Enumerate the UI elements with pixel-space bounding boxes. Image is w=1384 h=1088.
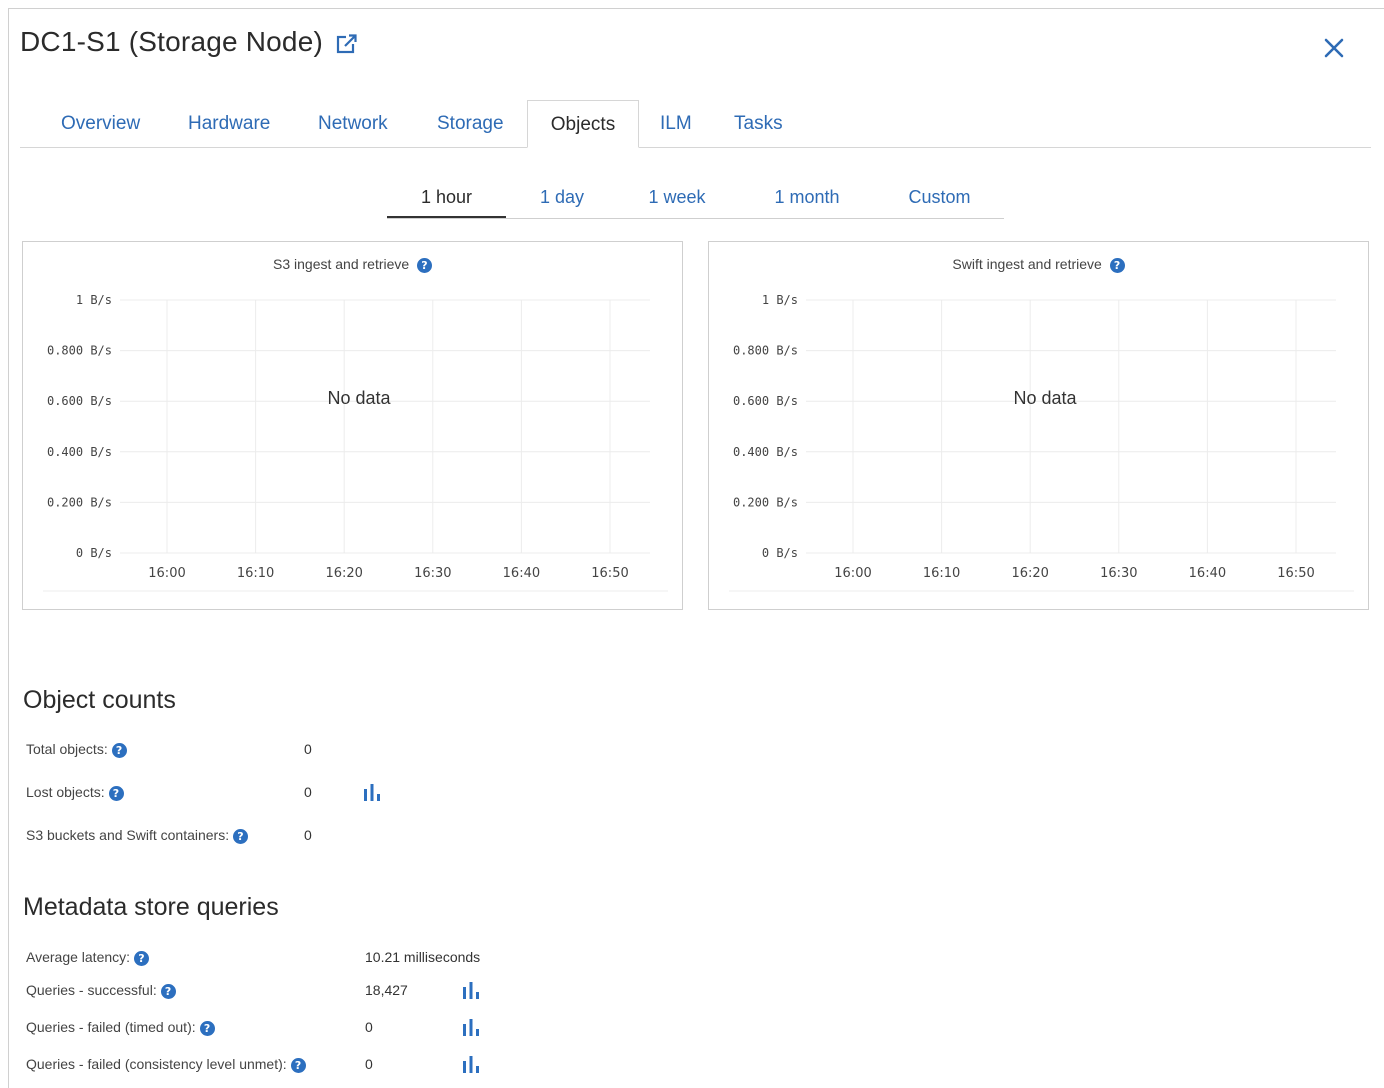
- lost-objects-label: Lost objects: ?: [26, 784, 124, 801]
- metadata-queries-heading: Metadata store queries: [23, 893, 279, 921]
- x-tick-label: 16:00: [148, 566, 185, 581]
- y-tick-label: 0.200 B/s: [733, 495, 798, 509]
- x-tick-label: 16:10: [237, 566, 274, 581]
- y-tick-label: 0.600 B/s: [47, 394, 112, 408]
- queries-successful-value: 18,427: [365, 982, 408, 998]
- help-icon[interactable]: ?: [233, 828, 248, 844]
- range-custom[interactable]: Custom: [877, 178, 1002, 216]
- x-tick-label: 16:40: [503, 566, 540, 581]
- lost-objects-label-text: Lost objects:: [26, 784, 105, 800]
- total-objects-value: 0: [304, 741, 312, 757]
- range-1-day[interactable]: 1 day: [507, 178, 617, 216]
- help-icon[interactable]: ?: [416, 257, 432, 273]
- queries-timed-out-label-text: Queries - failed (timed out):: [26, 1019, 196, 1035]
- buckets-containers-value: 0: [304, 827, 312, 843]
- help-icon[interactable]: ?: [199, 1020, 215, 1036]
- time-range-selector: 1 hour 1 day 1 week 1 month Custom: [387, 178, 1004, 219]
- y-tick-label: 0.800 B/s: [733, 344, 798, 358]
- x-tick-label: 16:40: [1189, 566, 1226, 581]
- x-tick-label: 16:10: [923, 566, 960, 581]
- y-tick-label: 0.600 B/s: [733, 394, 798, 408]
- average-latency-value: 10.21 milliseconds: [365, 949, 481, 965]
- x-tick-label: 16:30: [414, 566, 451, 581]
- y-tick-label: 0.400 B/s: [47, 445, 112, 459]
- s3-chart-title: S3 ingest and retrieve ?: [23, 256, 682, 273]
- swift-chart: 1 B/s 0.800 B/s 0.600 B/s 0.400 B/s 0.200 B/…: [729, 293, 1354, 592]
- x-tick-label: 16:00: [834, 566, 871, 581]
- help-icon[interactable]: ?: [108, 785, 124, 801]
- s3-chart-panel: 1 B/s 0.800 B/s 0.600 B/s 0.400 B/s 0.200 B/…: [22, 241, 683, 610]
- bar-chart-icon[interactable]: [362, 782, 382, 802]
- tab-network[interactable]: Network: [318, 100, 388, 147]
- bar-chart-icon[interactable]: [461, 980, 481, 1000]
- y-tick-label: 0.800 B/s: [47, 344, 112, 358]
- y-tick-label: 0 B/s: [76, 546, 112, 560]
- queries-consistency-value: 0: [365, 1056, 373, 1072]
- queries-consistency-label-text: Queries - failed (consistency level unme…: [26, 1056, 287, 1072]
- bar-chart-icon[interactable]: [461, 1054, 481, 1074]
- help-icon[interactable]: ?: [160, 983, 176, 999]
- help-icon[interactable]: ?: [290, 1057, 306, 1073]
- y-tick-label: 1 B/s: [762, 293, 798, 307]
- buckets-containers-label: S3 buckets and Swift containers: ?: [26, 827, 248, 844]
- x-tick-label: 16:50: [591, 566, 628, 581]
- tab-tasks[interactable]: Tasks: [734, 100, 783, 147]
- x-tick-label: 16:30: [1100, 566, 1137, 581]
- help-icon[interactable]: ?: [133, 950, 149, 966]
- help-icon[interactable]: ?: [1109, 257, 1125, 273]
- external-link-icon[interactable]: [336, 33, 358, 55]
- swift-chart-title: Swift ingest and retrieve ?: [709, 256, 1368, 273]
- x-tick-label: 16:20: [1011, 566, 1048, 581]
- close-icon[interactable]: [1320, 34, 1348, 62]
- queries-timed-out-value: 0: [365, 1019, 373, 1035]
- total-objects-label: Total objects: ?: [26, 741, 127, 758]
- total-objects-label-text: Total objects:: [26, 741, 108, 757]
- s3-chart: 1 B/s 0.800 B/s 0.600 B/s 0.400 B/s 0.200 B/…: [43, 293, 668, 592]
- range-1-month[interactable]: 1 month: [737, 178, 877, 216]
- tab-hardware[interactable]: Hardware: [188, 100, 270, 147]
- help-icon[interactable]: ?: [111, 742, 127, 758]
- tab-ilm[interactable]: ILM: [660, 100, 692, 147]
- x-tick-label: 16:50: [1277, 566, 1314, 581]
- y-tick-label: 0.200 B/s: [47, 495, 112, 509]
- tab-objects[interactable]: Objects: [527, 100, 639, 148]
- s3-chart-title-text: S3 ingest and retrieve: [273, 256, 410, 272]
- queries-successful-label: Queries - successful: ?: [26, 982, 176, 999]
- no-data-message: No data: [1013, 388, 1077, 408]
- page-title: DC1-S1 (Storage Node): [20, 26, 323, 57]
- swift-chart-panel: 1 B/s 0.800 B/s 0.600 B/s 0.400 B/s 0.200 B/…: [708, 241, 1369, 610]
- tab-storage[interactable]: Storage: [437, 100, 504, 147]
- swift-chart-title-text: Swift ingest and retrieve: [952, 256, 1102, 272]
- object-counts-heading: Object counts: [23, 686, 176, 714]
- y-tick-label: 1 B/s: [76, 293, 112, 307]
- average-latency-label-text: Average latency:: [26, 949, 131, 965]
- no-data-message: No data: [327, 388, 391, 408]
- lost-objects-value: 0: [304, 784, 312, 800]
- x-tick-label: 16:20: [325, 566, 362, 581]
- queries-successful-label-text: Queries - successful:: [26, 982, 157, 998]
- y-tick-label: 0.400 B/s: [733, 445, 798, 459]
- average-latency-label: Average latency: ?: [26, 949, 149, 966]
- range-1-week[interactable]: 1 week: [617, 178, 737, 216]
- queries-consistency-label: Queries - failed (consistency level unme…: [26, 1056, 306, 1073]
- tab-overview[interactable]: Overview: [61, 100, 140, 147]
- node-tabs: Overview Hardware Network Storage Object…: [20, 100, 1371, 148]
- buckets-containers-label-text: S3 buckets and Swift containers:: [26, 827, 230, 843]
- range-1-hour[interactable]: 1 hour: [387, 178, 506, 218]
- queries-timed-out-label: Queries - failed (timed out): ?: [26, 1019, 215, 1036]
- y-tick-label: 0 B/s: [762, 546, 798, 560]
- bar-chart-icon[interactable]: [461, 1017, 481, 1037]
